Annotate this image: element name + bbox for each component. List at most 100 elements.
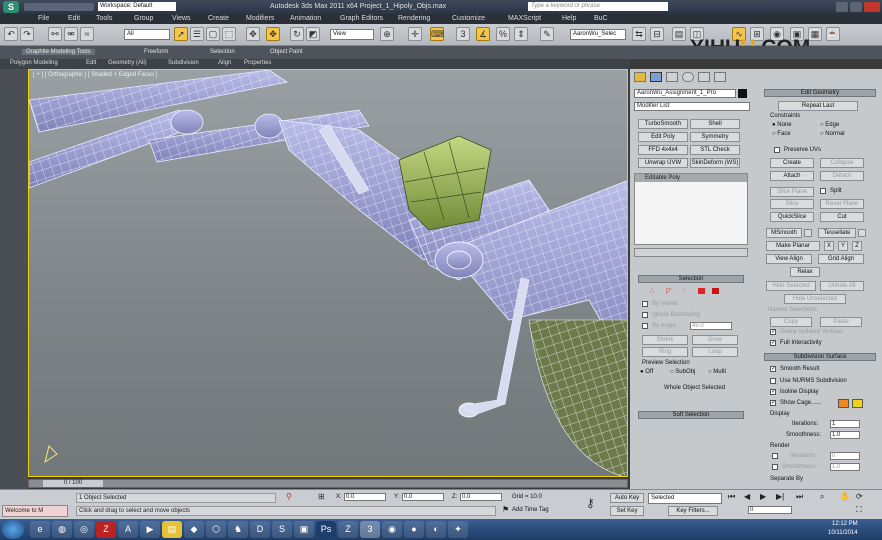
render-smoothness-checkbox[interactable]	[772, 464, 778, 470]
add-time-tag-icon[interactable]: ⚑	[502, 505, 509, 514]
dreamweaver-icon[interactable]: D	[250, 521, 270, 538]
undo-icon[interactable]: ↶	[4, 27, 18, 41]
shell-button[interactable]: Shell	[690, 119, 740, 129]
ribbon-properties[interactable]: Properties	[244, 60, 271, 66]
edit-named-selection-icon[interactable]: ✎	[540, 27, 554, 41]
clock-date[interactable]: 10/11/2014	[828, 530, 858, 536]
reference-coord-dropdown[interactable]: View	[330, 29, 374, 40]
ffd-button[interactable]: FFD 4x4x4	[638, 145, 688, 155]
select-move-active-icon[interactable]: ✥	[266, 27, 280, 41]
render-smoothness-spinner[interactable]: 1.0	[830, 463, 860, 471]
tab-freeform[interactable]: Freeform	[144, 49, 168, 55]
zoom-icon[interactable]: ⌕	[820, 492, 824, 502]
preview-subobj-radio[interactable]: ○ SubObj	[670, 369, 695, 375]
edit-geometry-rollout-header[interactable]: Edit Geometry	[764, 89, 876, 97]
next-frame-icon[interactable]: ▶|	[776, 492, 784, 501]
ribbon-align[interactable]: Align	[218, 60, 231, 66]
time-slider-handle[interactable]: 0 / 100	[43, 480, 103, 487]
turbosmooth-button[interactable]: TurboSmooth	[638, 119, 688, 129]
render-iterations-spinner[interactable]: 0	[830, 452, 860, 460]
collapse-button[interactable]: Collapse	[820, 158, 864, 168]
app-logo-icon[interactable]: S	[3, 1, 19, 13]
modify-tab-icon[interactable]	[650, 72, 662, 82]
link-icon[interactable]: ⚯	[48, 27, 62, 41]
ribbon-subdivision[interactable]: Subdivision	[168, 60, 199, 66]
create-tab-icon[interactable]	[634, 72, 646, 82]
goto-end-icon[interactable]: ⏭	[796, 492, 803, 502]
hide-selected-button[interactable]: Hide Selected	[766, 281, 816, 291]
edit-poly-button[interactable]: Edit Poly	[638, 132, 688, 142]
select-by-name-icon[interactable]: ☰	[190, 27, 204, 41]
edge-icon[interactable]: ◸	[666, 287, 671, 295]
planar-y-button[interactable]: Y	[838, 241, 848, 251]
skype-icon[interactable]: S	[272, 521, 292, 538]
constraint-none-radio[interactable]: ● None	[772, 122, 792, 128]
constraint-face-radio[interactable]: ○ Face	[772, 131, 791, 137]
hide-unselected-button[interactable]: Hide Unselected	[784, 294, 846, 304]
window-crossing-icon[interactable]: ⬚	[222, 27, 236, 41]
chess-icon[interactable]: ♞	[228, 521, 248, 538]
vertex-icon[interactable]: ∴	[650, 287, 654, 295]
system-tray[interactable]	[700, 523, 820, 536]
named-selection-dropdown[interactable]: AaronWu_Selec	[570, 29, 626, 40]
menu-views[interactable]: Views	[172, 15, 191, 22]
menu-create[interactable]: Create	[208, 15, 229, 22]
stack-item-editable-poly[interactable]: Editable Poly	[635, 174, 747, 182]
redo-icon[interactable]: ↷	[20, 27, 34, 41]
use-nurms-checkbox[interactable]	[770, 378, 776, 384]
lock-selection-icon[interactable]: ⚲	[286, 492, 292, 501]
symmetry-button[interactable]: Symmetry	[690, 132, 740, 142]
repeat-last-button[interactable]: Repeat Last	[778, 101, 858, 111]
dropbox-icon[interactable]: ◆	[184, 521, 204, 538]
workspace-dropdown[interactable]: Workspace: Default	[98, 2, 176, 11]
by-angle-checkbox[interactable]	[642, 323, 648, 329]
ie-icon[interactable]: e	[30, 521, 50, 538]
maxscript-listener[interactable]: Welcome to M	[2, 505, 68, 517]
copy-button[interactable]: Copy	[770, 317, 812, 327]
x-coordinate-field[interactable]: 0.0	[344, 493, 386, 501]
maximize-viewport-icon[interactable]: ⛶	[856, 505, 862, 515]
motion-tab-icon[interactable]	[682, 72, 694, 82]
layer-manager-icon[interactable]: ▤	[672, 27, 686, 41]
isoline-display-checkbox[interactable]: ✓	[770, 389, 776, 395]
ribbon-polygon-modeling[interactable]: Polygon Modeling	[10, 60, 58, 66]
preview-off-radio[interactable]: ● Off	[640, 369, 653, 375]
maxcap-icon[interactable]: ◉	[382, 521, 402, 538]
selection-filter-dropdown[interactable]: All	[124, 29, 170, 40]
slice-button[interactable]: Slice	[770, 199, 814, 209]
firefox-icon[interactable]: ◍	[52, 521, 72, 538]
menu-tools[interactable]: Tools	[96, 15, 112, 22]
menu-customize[interactable]: Customize	[452, 15, 485, 22]
prev-frame-icon[interactable]: ◀	[744, 492, 750, 501]
select-object-icon[interactable]: ➚	[174, 27, 188, 41]
ring-button[interactable]: Ring	[642, 347, 688, 357]
utilities-tab-icon[interactable]	[714, 72, 726, 82]
slice-plane-button[interactable]: Slice Plane	[770, 187, 814, 197]
constraint-edge-radio[interactable]: ○ Edge	[820, 122, 839, 128]
hierarchy-tab-icon[interactable]	[666, 72, 678, 82]
delete-isolated-checkbox[interactable]: ✓	[770, 329, 776, 335]
pivot-center-icon[interactable]: ⊕	[380, 27, 394, 41]
menu-graph-editors[interactable]: Graph Editors	[340, 15, 383, 22]
menu-rendering[interactable]: Rendering	[398, 15, 430, 22]
menu-buc[interactable]: BuC	[594, 15, 608, 22]
angle-snap-icon[interactable]: ∡	[476, 27, 490, 41]
constraint-normal-radio[interactable]: ○ Normal	[820, 131, 845, 137]
planar-x-button[interactable]: X	[824, 241, 834, 251]
menu-edit[interactable]: Edit	[68, 15, 80, 22]
zbrush-icon[interactable]: Z	[338, 521, 358, 538]
absolute-mode-icon[interactable]: ⊞	[318, 492, 325, 501]
stack-controls[interactable]	[634, 248, 748, 257]
soft-selection-rollout-header[interactable]: Soft Selection	[638, 411, 744, 419]
tab-graphite-modeling-tools[interactable]: Graphite Modeling Tools	[22, 49, 95, 55]
cage-color-1-swatch[interactable]	[838, 399, 849, 408]
preserve-uvs-checkbox[interactable]	[774, 147, 780, 153]
shrink-button[interactable]: Shrink	[642, 335, 688, 345]
select-scale-icon[interactable]: ◩	[306, 27, 320, 41]
select-rotate-icon[interactable]: ↻	[290, 27, 304, 41]
paste-button[interactable]: Paste	[820, 317, 862, 327]
current-frame-field[interactable]: 0	[748, 506, 792, 514]
tab-object-paint[interactable]: Object Paint	[270, 49, 303, 55]
msmooth-settings-icon[interactable]	[804, 229, 812, 237]
recorder-icon[interactable]: ◐	[426, 521, 446, 538]
